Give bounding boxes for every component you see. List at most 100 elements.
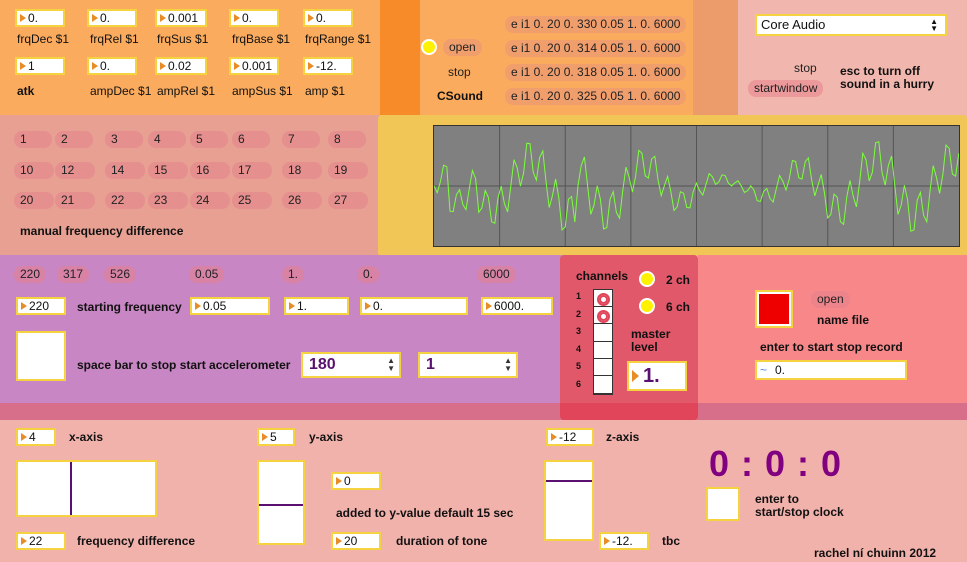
csound-edge: [693, 0, 738, 115]
manual-freq-button[interactable]: 27: [328, 192, 368, 209]
param-msg-1[interactable]: 1.: [282, 266, 305, 283]
manual-freq-button[interactable]: 26: [282, 192, 322, 209]
csound-score-1[interactable]: e i1 0. 20 0. 330 0.05 1. 0. 6000: [505, 16, 687, 33]
x-axis-number[interactable]: 4: [16, 428, 56, 446]
envelope-param-number[interactable]: 0.001: [155, 9, 207, 27]
manual-freq-button[interactable]: 12: [55, 162, 95, 179]
envelope-param-label: ampRel $1: [157, 84, 216, 98]
csound-open-toggle[interactable]: [421, 39, 437, 55]
manual-freq-button[interactable]: 14: [105, 162, 145, 179]
y-axis-slider[interactable]: [257, 460, 305, 545]
duration-number[interactable]: 20: [331, 532, 381, 550]
manual-freq-button[interactable]: 3: [105, 131, 143, 148]
x-axis-slider[interactable]: [16, 460, 157, 517]
manual-freq-button[interactable]: 1: [14, 131, 52, 148]
play-arrow-icon: [632, 370, 639, 382]
envelope-param-number[interactable]: -12.: [303, 57, 353, 75]
param-msg-6000[interactable]: 6000: [477, 266, 516, 283]
manual-freq-button[interactable]: 23: [148, 192, 188, 209]
envelope-param-label: ampSus $1: [232, 84, 293, 98]
param-msg-005[interactable]: 0.05: [189, 266, 225, 283]
envelope-param-number[interactable]: 0.: [87, 9, 137, 27]
envelope-param-number[interactable]: 0.: [303, 9, 353, 27]
envelope-param-label: frqRange $1: [305, 32, 372, 46]
envelope-param-number[interactable]: 1: [15, 57, 65, 75]
synth-number-180[interactable]: 180 ▲ ▼: [301, 352, 401, 378]
added-number[interactable]: 0: [331, 472, 381, 490]
param-number-3[interactable]: 0.: [360, 297, 468, 315]
param-number-4[interactable]: 6000.: [481, 297, 553, 315]
z-axis-slider-thumb[interactable]: [546, 480, 592, 482]
accelerometer-toggle[interactable]: [16, 331, 66, 381]
freq-msg-317[interactable]: 317: [57, 266, 90, 283]
esc-note-1: esc to turn off: [840, 64, 920, 78]
channel-matrix-cell[interactable]: [594, 342, 612, 359]
audio-stop-button[interactable]: stop: [788, 60, 823, 77]
csound-score-3[interactable]: e i1 0. 20 0. 318 0.05 1. 0. 6000: [505, 64, 687, 81]
manual-freq-button[interactable]: 17: [232, 162, 272, 179]
manual-freq-button[interactable]: 20: [14, 192, 54, 209]
channel-matrix-cell[interactable]: [594, 290, 612, 307]
credit: rachel ní chuinn 2012: [814, 546, 937, 560]
csound-score-4[interactable]: e i1 0. 20 0. 325 0.05 1. 0. 6000: [505, 88, 687, 105]
y-axis-number[interactable]: 5: [257, 428, 295, 446]
synth-number-1[interactable]: 1 ▲ ▼: [418, 352, 518, 378]
envelope-param-number[interactable]: 0.001: [229, 57, 279, 75]
record-open-button[interactable]: open: [811, 291, 850, 308]
envelope-param-number[interactable]: 0.: [229, 9, 279, 27]
startwindow-button[interactable]: startwindow: [748, 80, 824, 97]
x-axis-slider-thumb[interactable]: [70, 462, 72, 515]
channel-matrix-cell[interactable]: [594, 307, 612, 325]
channel-2ch-radio[interactable]: [639, 271, 655, 287]
manual-freq-button[interactable]: 25: [232, 192, 272, 209]
stepper-arrows-icon[interactable]: ▲ ▼: [504, 357, 512, 373]
master-level-number[interactable]: 1.: [627, 361, 687, 391]
envelope-param-label: frqSus $1: [157, 32, 209, 46]
param-number-2[interactable]: 1.: [284, 297, 349, 315]
manual-freq-button[interactable]: 10: [14, 162, 54, 179]
channel-matrix-cell[interactable]: [594, 325, 612, 342]
envelope-param-number[interactable]: 0.: [87, 57, 137, 75]
envelope-param-number[interactable]: 0.02: [155, 57, 207, 75]
start-freq-number[interactable]: 220: [16, 297, 66, 315]
manual-freq-button[interactable]: 24: [190, 192, 230, 209]
manual-freq-button[interactable]: 4: [148, 131, 186, 148]
clock-display: 0 : 0 : 0: [709, 443, 843, 484]
manual-freq-button[interactable]: 15: [148, 162, 188, 179]
manual-freq-button[interactable]: 21: [55, 192, 95, 209]
manual-freq-button[interactable]: 18: [282, 162, 322, 179]
param-msg-0[interactable]: 0.: [357, 266, 380, 283]
audio-driver-select[interactable]: Core Audio ▲ ▼: [755, 14, 947, 36]
audio-driver-value: Core Audio: [761, 17, 826, 32]
tbc-number[interactable]: -12.: [599, 532, 649, 550]
manual-freq-button[interactable]: 5: [190, 131, 228, 148]
manual-freq-button[interactable]: 2: [55, 131, 93, 148]
clock-toggle[interactable]: [706, 487, 740, 521]
param-number-1[interactable]: 0.05: [190, 297, 270, 315]
record-toggle[interactable]: [755, 290, 793, 328]
accelerometer-label: space bar to stop start accelerometer: [77, 358, 291, 372]
manual-freq-button[interactable]: 6: [232, 131, 270, 148]
freq-msg-526[interactable]: 526: [104, 266, 137, 283]
channel-matrix[interactable]: [593, 289, 613, 395]
stepper-arrows-icon[interactable]: ▲ ▼: [387, 357, 395, 373]
manual-freq-button[interactable]: 16: [190, 162, 230, 179]
manual-freq-button[interactable]: 19: [328, 162, 368, 179]
record-level-number[interactable]: ~ 0.: [755, 360, 907, 380]
manual-freq-button[interactable]: 8: [328, 131, 366, 148]
record-instruction: enter to start stop record: [760, 340, 903, 354]
z-axis-slider[interactable]: [544, 460, 594, 541]
channel-6ch-radio[interactable]: [639, 298, 655, 314]
freq-diff-number[interactable]: 22: [16, 532, 66, 550]
channel-matrix-cell[interactable]: [594, 359, 612, 377]
manual-freq-button[interactable]: 7: [282, 131, 320, 148]
freq-msg-220[interactable]: 220: [14, 266, 47, 283]
csound-open-button[interactable]: open: [443, 39, 482, 56]
y-axis-slider-thumb[interactable]: [259, 504, 303, 506]
csound-score-2[interactable]: e i1 0. 20 0. 314 0.05 1. 0. 6000: [505, 40, 687, 57]
manual-freq-button[interactable]: 22: [105, 192, 145, 209]
channel-matrix-cell[interactable]: [594, 377, 612, 394]
z-axis-number[interactable]: -12: [546, 428, 594, 446]
envelope-param-number[interactable]: 0.: [15, 9, 65, 27]
csound-stop-button[interactable]: stop: [442, 64, 477, 81]
